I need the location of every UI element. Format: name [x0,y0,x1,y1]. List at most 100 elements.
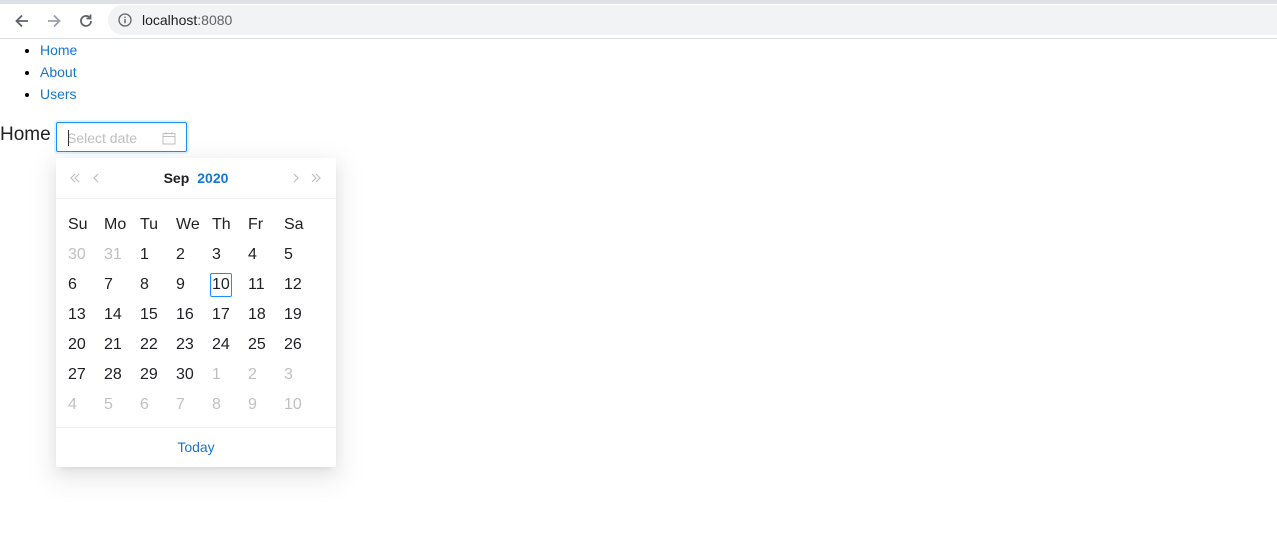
calendar-day[interactable]: 26 [284,330,320,360]
date-picker-input[interactable] [56,122,187,152]
calendar-day[interactable]: 23 [176,330,212,360]
calendar-day[interactable]: 11 [248,270,284,300]
calendar-day-label: 15 [140,306,158,323]
calendar-day-label: 4 [68,396,77,413]
calendar-day[interactable]: 31 [104,240,140,270]
calendar-day[interactable]: 29 [140,360,176,390]
year-select-button[interactable]: 2020 [197,170,228,186]
calendar-day[interactable]: 7 [104,270,140,300]
double-chevron-right-icon [311,173,321,183]
calendar-day[interactable]: 6 [68,270,104,300]
calendar-day-label: 16 [176,306,194,323]
calendar-day[interactable]: 2 [248,360,284,390]
calendar-day[interactable]: 16 [176,300,212,330]
reload-icon [80,14,92,27]
nav-list: Home About Users [0,39,77,105]
calendar-day[interactable]: 9 [176,270,212,300]
calendar-day[interactable]: 19 [284,300,320,330]
calendar-day-label: 26 [284,336,302,353]
month-select-button[interactable]: Sep [164,170,190,186]
calendar-day-label: 1 [212,366,221,383]
calendar-day-label: 18 [248,306,266,323]
calendar-day[interactable]: 25 [248,330,284,360]
calendar-day-label: 13 [68,306,86,323]
calendar-day-label: 6 [140,396,149,413]
calendar-day[interactable]: 30 [68,240,104,270]
calendar-day[interactable]: 27 [68,360,104,390]
back-button[interactable] [11,10,33,32]
calendar-day-label: 9 [176,276,185,293]
calendar-day[interactable]: 7 [176,390,212,420]
info-icon[interactable] [118,13,132,27]
text-caret [68,130,69,146]
calendar-day[interactable]: 3 [212,240,248,270]
calendar-day[interactable]: 15 [140,300,176,330]
next-month-button[interactable] [289,171,303,185]
weekday-header-row: Su Mo Tu We Th Fr Sa [56,210,336,240]
calendar-week-row: 27 28 29 30 1 2 3 [56,360,336,390]
calendar-day[interactable]: 5 [284,240,320,270]
nav-link-users[interactable]: Users [40,86,77,102]
calendar-day-label: 1 [140,246,149,263]
calendar-day-label: 4 [248,246,257,263]
calendar-day[interactable]: 4 [248,240,284,270]
calendar-day-today[interactable]: 10 [210,270,248,300]
calendar-day[interactable]: 12 [284,270,320,300]
weekday-label: Th [212,216,231,233]
calendar-day[interactable]: 3 [284,360,320,390]
weekday-label: Su [68,216,88,233]
calendar-day-label: 11 [248,276,265,293]
calendar-day-label: 30 [176,366,194,383]
calendar-day-label: 22 [140,336,158,353]
forward-button[interactable] [43,10,65,32]
arrow-left-icon [15,14,28,28]
calendar-day-label: 25 [248,336,266,353]
calendar-day[interactable]: 30 [176,360,212,390]
calendar-day-label: 28 [104,366,122,383]
calendar-day[interactable]: 28 [104,360,140,390]
calendar-day-label: 8 [212,396,221,413]
calendar-day-label: 3 [284,366,293,383]
calendar-day-label: 6 [68,276,77,293]
reload-button[interactable] [75,10,97,32]
today-button[interactable]: Today [56,439,336,455]
weekday-label: Sa [284,216,304,233]
calendar-day-label: 24 [212,336,230,353]
calendar-day[interactable]: 9 [248,390,284,420]
calendar-day[interactable]: 21 [104,330,140,360]
nav-link-home[interactable]: Home [40,42,77,58]
arrow-right-icon [48,14,61,28]
calendar-day[interactable]: 6 [140,390,176,420]
calendar-day-label: 10 [284,396,302,413]
date-input-field[interactable] [67,129,157,147]
calendar-day[interactable]: 18 [248,300,284,330]
calendar-day-label: 3 [212,246,221,263]
calendar-day[interactable]: 13 [68,300,104,330]
calendar-day[interactable]: 22 [140,330,176,360]
weekday-label: Fr [248,216,264,233]
calendar-day[interactable]: 20 [68,330,104,360]
calendar-day[interactable]: 4 [68,390,104,420]
calendar-day-label: 10 [210,273,232,297]
calendar-day-label: 23 [176,336,194,353]
calendar-day-label: 12 [284,276,302,293]
nav-item-users: Users [40,83,77,105]
nav-link-about[interactable]: About [40,64,77,80]
calendar-day[interactable]: 10 [284,390,320,420]
calendar-day[interactable]: 5 [104,390,140,420]
nav-item-home: Home [40,39,77,61]
calendar-day[interactable]: 14 [104,300,140,330]
calendar-day[interactable]: 8 [140,270,176,300]
calendar-day[interactable]: 17 [212,300,248,330]
calendar-day[interactable]: 2 [176,240,212,270]
super-next-button[interactable] [309,171,323,185]
calendar-day-label: 14 [104,306,122,323]
calendar-day[interactable]: 24 [212,330,248,360]
calendar-day[interactable]: 8 [212,390,248,420]
calendar-day-label: 21 [104,336,122,353]
calendar-day[interactable]: 1 [140,240,176,270]
address-bar[interactable]: localhost:8080 [108,5,1277,35]
weekday-label: Tu [140,216,159,233]
calendar-day[interactable]: 1 [212,360,248,390]
calendar-day-label: 20 [68,336,86,353]
